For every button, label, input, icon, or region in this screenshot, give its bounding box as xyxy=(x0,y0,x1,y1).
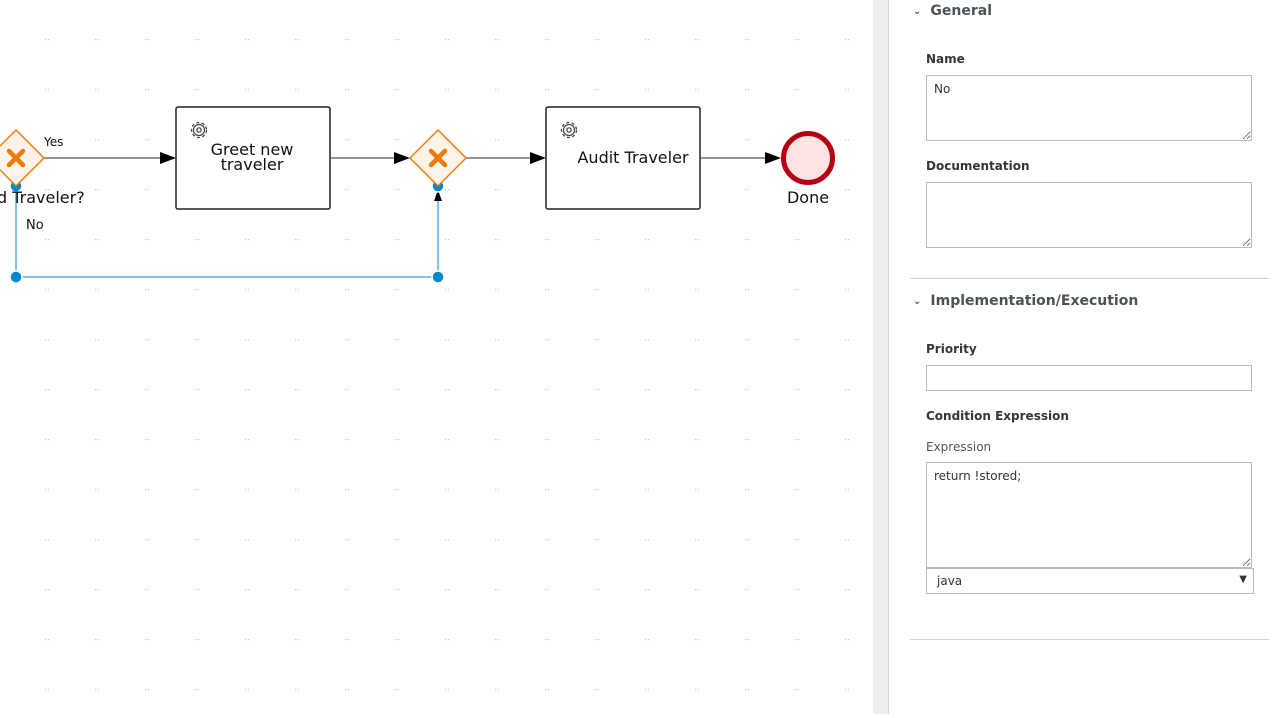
flow-yes-label: Yes xyxy=(43,135,63,149)
diagram[interactable]: Yes No d Traveler? Greet new traveler Au… xyxy=(0,0,873,714)
task-audit-traveler[interactable]: Audit Traveler xyxy=(545,106,701,210)
chevron-down-icon: ⌄ xyxy=(913,5,922,17)
divider xyxy=(910,639,1269,640)
section-general-header[interactable]: ⌄ General xyxy=(913,3,992,19)
documentation-label: Documentation xyxy=(926,159,1030,173)
properties-panel: ⌄ General Name No Documentation ⌄ Implem… xyxy=(889,0,1285,714)
expression-field[interactable]: return !stored; xyxy=(926,462,1252,568)
end-event-label: Done xyxy=(787,188,829,207)
language-select[interactable]: java ▼ xyxy=(926,568,1254,594)
name-field[interactable]: No xyxy=(926,75,1252,141)
chevron-down-icon: ⌄ xyxy=(913,295,922,307)
divider xyxy=(910,278,1269,279)
documentation-field[interactable] xyxy=(926,182,1252,248)
section-implementation-header[interactable]: ⌄ Implementation/Execution xyxy=(913,293,1138,309)
dropdown-arrow-icon: ▼ xyxy=(1239,574,1247,585)
task-label: Audit Traveler xyxy=(577,148,688,167)
section-title: General xyxy=(930,3,992,19)
diagram-canvas[interactable]: Yes No d Traveler? Greet new traveler Au… xyxy=(0,0,873,714)
priority-label: Priority xyxy=(926,342,977,356)
condition-expression-label: Condition Expression xyxy=(926,409,1069,423)
name-label: Name xyxy=(926,52,965,66)
language-value: java xyxy=(937,574,963,588)
flow-no-label: No xyxy=(26,218,44,233)
task-label: traveler xyxy=(221,155,284,174)
section-title: Implementation/Execution xyxy=(930,293,1139,309)
end-event-done[interactable] xyxy=(781,131,835,185)
expression-label: Expression xyxy=(926,440,992,454)
priority-input[interactable] xyxy=(926,365,1252,391)
task-greet-new-traveler[interactable]: Greet new traveler xyxy=(175,106,331,210)
gateway-label: d Traveler? xyxy=(0,188,85,207)
panel-resize-handle[interactable] xyxy=(873,0,889,714)
